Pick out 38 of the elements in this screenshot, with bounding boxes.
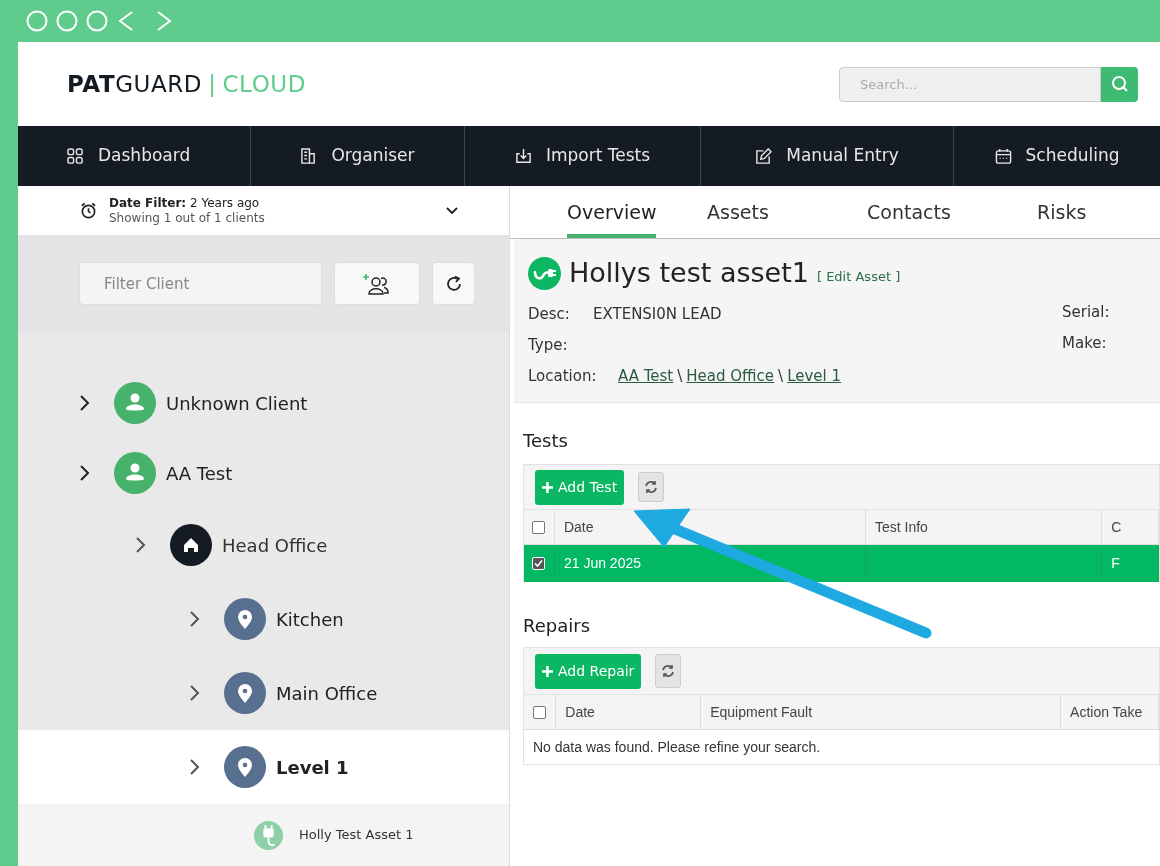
field-label: Type: <box>528 334 569 356</box>
field-label: Make: <box>1062 333 1108 353</box>
edit-asset-link[interactable]: [ Edit Asset ] <box>816 266 901 286</box>
empty-message: No data was found. Please refine your search. <box>533 737 821 757</box>
date-filter-label: Date Filter: 2 Years ago <box>109 195 261 211</box>
path-separator: \ <box>677 365 683 387</box>
tab[interactable]: Contacts <box>867 197 951 238</box>
tab[interactable]: Assets <box>707 197 769 238</box>
location-link[interactable]: Head Office <box>686 364 775 388</box>
path-separator: \ <box>778 365 784 387</box>
search-field[interactable]: Search... <box>839 66 1101 102</box>
field-label: Serial: <box>1062 302 1110 322</box>
column-header[interactable]: Equipment Fault <box>710 701 813 723</box>
tab[interactable]: Risks <box>1037 197 1087 238</box>
field-label: Location: <box>528 365 598 387</box>
nav-item[interactable]: Manual Entry <box>700 126 953 186</box>
location-link[interactable]: Level 1 <box>787 364 842 388</box>
clients-count-text: Showing 1 out of 1 clients <box>109 210 266 226</box>
asset-title: Hollys test asset1 <box>569 256 809 290</box>
column-header[interactable]: Action Take <box>1070 701 1143 723</box>
column-header[interactable]: C <box>1111 516 1122 538</box>
section-heading: Repairs <box>523 614 591 638</box>
tree-item[interactable]: Holly Test Asset 1 <box>18 804 509 866</box>
section-heading: Tests <box>523 429 569 453</box>
column-header[interactable]: Date <box>563 516 594 538</box>
table-cell-text: F <box>1111 554 1120 573</box>
nav-item[interactable]: Dashboard <box>18 126 250 186</box>
location-link[interactable]: AA Test <box>618 364 674 388</box>
table-cell-text: 21 Jun 2025 <box>563 554 641 573</box>
tree-item[interactable]: Level 1 <box>18 730 509 804</box>
nav-item[interactable]: Scheduling <box>953 126 1160 186</box>
column-header[interactable]: Test Info <box>875 516 928 538</box>
column-header[interactable]: Date <box>565 701 595 723</box>
filter-client-field[interactable]: Filter Client <box>79 262 322 306</box>
field-label: Desc: <box>528 303 571 325</box>
field-value: EXTENSI0N LEAD <box>593 303 722 325</box>
logo: PATGUARD | CLOUD <box>67 69 307 99</box>
date-filter-bar[interactable]: Date Filter: 2 Years ago Showing 1 out of 1 clients <box>18 186 509 236</box>
